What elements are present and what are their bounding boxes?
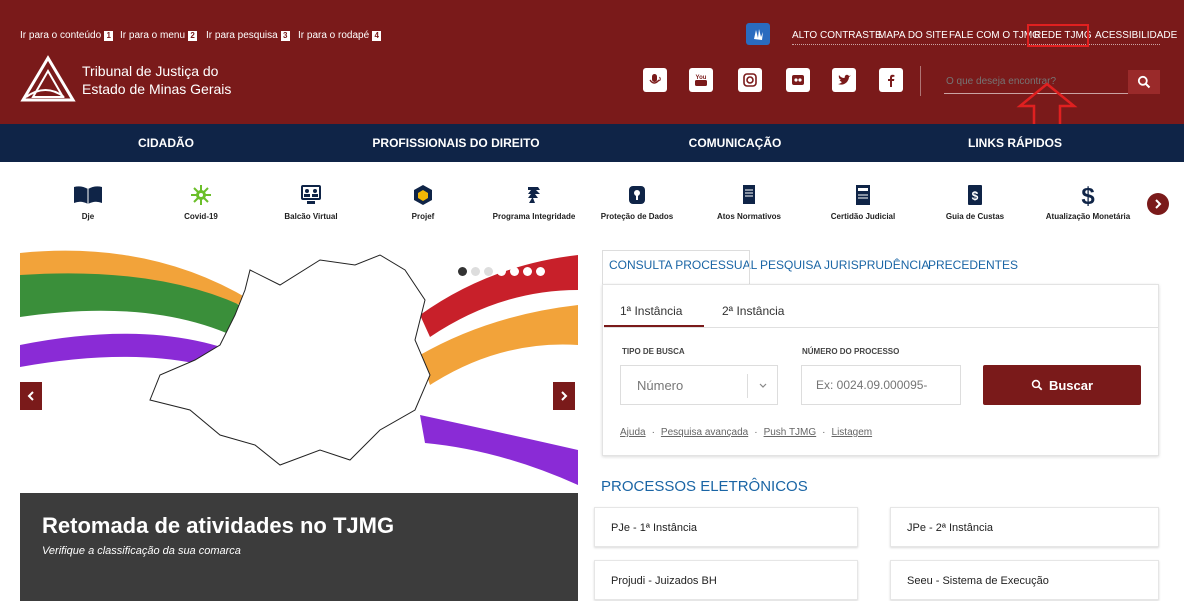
slide-dot-active[interactable] [458, 267, 467, 276]
skip-link-search[interactable]: Ir para pesquisa 3 [206, 30, 290, 41]
quick-link-atualizacao[interactable]: $ Atualização Monetária [1040, 183, 1136, 221]
quick-link-integridade[interactable]: Programa Integridade [486, 184, 582, 221]
integrity-icon [528, 187, 540, 203]
ajuda-link[interactable]: Ajuda [620, 427, 646, 438]
instagram-icon[interactable] [738, 68, 762, 92]
search-icon [1031, 379, 1043, 391]
flickr-icon[interactable] [786, 68, 810, 92]
banner-graphic [20, 250, 578, 485]
nav-links-rapidos[interactable]: LINKS RÁPIDOS [940, 124, 1090, 162]
chevron-down-icon [759, 383, 767, 388]
quick-link-guia-custas[interactable]: $ Guia de Custas [927, 184, 1023, 221]
help-links: Ajuda · Pesquisa avançada · Push TJMG · … [620, 427, 872, 438]
brand-name: Tribunal de Justiça do Estado de Minas G… [82, 63, 232, 97]
svg-text:$: $ [1081, 183, 1095, 207]
search-icon [1137, 75, 1151, 89]
highlight-arrow-icon [1016, 82, 1078, 128]
acessibilidade-link[interactable]: ACESSIBILIDADE [1095, 30, 1177, 41]
chevron-left-icon [27, 391, 34, 401]
numero-processo-input[interactable] [801, 365, 961, 405]
proc-seeu[interactable]: Seeu - Sistema de Execução [890, 560, 1159, 600]
dollar-doc-icon: $ [968, 185, 982, 205]
proc-projudi[interactable]: Projudi - Juizados BH [594, 560, 858, 600]
tab-pesquisa-jurisprudencia[interactable]: PESQUISA JURISPRUDÊNCIA [760, 258, 929, 272]
tipo-busca-label: TIPO DE BUSCA [622, 347, 685, 356]
select-separator [747, 374, 748, 398]
certificate-icon [856, 185, 870, 205]
site-header: Ir para o conteúdo 1 Ir para o menu 2 Ir… [0, 0, 1184, 128]
banner-caption[interactable]: Retomada de atividades no TJMG Verifique… [20, 493, 578, 601]
hexagon-icon [414, 185, 432, 205]
subtab-2-instancia[interactable]: 2ª Instância [722, 304, 784, 318]
listagem-link[interactable]: Listagem [832, 427, 873, 438]
mapa-do-site-link[interactable]: MAPA DO SITE [878, 30, 948, 41]
pesquisa-avancada-link[interactable]: Pesquisa avançada [661, 427, 748, 438]
sign-language-icon[interactable] [746, 23, 770, 45]
proc-pje-1-instancia[interactable]: PJe - 1ª Instância [594, 507, 858, 547]
chevron-right-icon [561, 391, 568, 401]
highlight-box [1027, 24, 1089, 47]
numero-processo-label: NÚMERO DO PROCESSO [802, 347, 900, 356]
virus-icon [191, 185, 211, 205]
twitter-icon[interactable] [832, 68, 856, 92]
video-call-icon [301, 185, 321, 204]
main-nav: CIDADÃO PROFISSIONAIS DO DIREITO COMUNIC… [0, 124, 1184, 162]
tjmg-logo-icon[interactable] [20, 55, 76, 103]
proc-jpe-2-instancia[interactable]: JPe - 2ª Instância [890, 507, 1159, 547]
slide-dot[interactable] [510, 267, 519, 276]
slide-dot[interactable] [484, 267, 493, 276]
quick-link-protecao-dados[interactable]: Proteção de Dados [589, 184, 685, 221]
tab-precedentes[interactable]: PRECEDENTES [928, 258, 1018, 272]
quick-link-certidao[interactable]: Certidão Judicial [815, 184, 911, 221]
slide-dot[interactable] [523, 267, 532, 276]
search-button[interactable] [1128, 70, 1160, 94]
skip-link-menu[interactable]: Ir para o menu 2 [120, 30, 198, 41]
processos-eletronicos-title: PROCESSOS ELETRÔNICOS [601, 478, 808, 495]
skip-link-content[interactable]: Ir para o conteúdo 1 [20, 30, 114, 41]
header-divider [920, 66, 921, 96]
tipo-busca-select[interactable]: Número [620, 365, 778, 405]
alto-contraste-link[interactable]: ALTO CONTRASTE [792, 30, 882, 41]
quick-link-atos-normativos[interactable]: Atos Normativos [701, 184, 797, 221]
push-tjmg-link[interactable]: Push TJMG [764, 427, 817, 438]
dollar-icon: $ [1081, 183, 1095, 207]
slide-dot[interactable] [471, 267, 480, 276]
link-separator: · [651, 427, 655, 438]
banner-title[interactable]: Retomada de atividades no TJMG [42, 513, 394, 539]
svg-text:$: $ [972, 189, 979, 203]
nav-cidadao[interactable]: CIDADÃO [96, 124, 236, 162]
quick-links-next-button[interactable] [1147, 193, 1169, 215]
skip-link-footer[interactable]: Ir para o rodapé 4 [298, 30, 382, 41]
link-separator: · [754, 427, 758, 438]
banner-subtitle: Verifique a classificação da sua comarca [42, 545, 241, 557]
slide-indicators [458, 267, 545, 276]
nav-profissionais[interactable]: PROFISSIONAIS DO DIREITO [356, 124, 556, 162]
subtab-1-instancia[interactable]: 1ª Instância [620, 304, 682, 318]
carousel-prev-button[interactable] [20, 382, 42, 410]
chevron-right-icon [1155, 199, 1162, 209]
quick-link-dje[interactable]: Dje [40, 184, 136, 221]
banner-carousel: Retomada de atividades no TJMG Verifique… [20, 245, 578, 601]
slide-dot[interactable] [536, 267, 545, 276]
buscar-button[interactable]: Buscar [983, 365, 1141, 405]
slide-dot[interactable] [497, 267, 506, 276]
link-separator: · [822, 427, 826, 438]
utility-underline [792, 44, 1160, 45]
carousel-next-button[interactable] [553, 382, 575, 410]
quick-link-projef[interactable]: Projef [375, 184, 471, 221]
quick-link-balcao[interactable]: Balcão Virtual [263, 184, 359, 221]
podcast-icon[interactable] [643, 68, 667, 92]
nav-comunicacao[interactable]: COMUNICAÇÃO [650, 124, 820, 162]
facebook-icon[interactable] [879, 68, 903, 92]
quick-link-covid[interactable]: Covid-19 [153, 184, 249, 221]
tab-active-frame [602, 250, 750, 284]
subtab-divider [604, 327, 1158, 328]
youtube-icon[interactable]: You [689, 68, 713, 92]
lock-icon [629, 186, 645, 204]
document-icon [743, 185, 755, 204]
book-icon [74, 186, 102, 204]
